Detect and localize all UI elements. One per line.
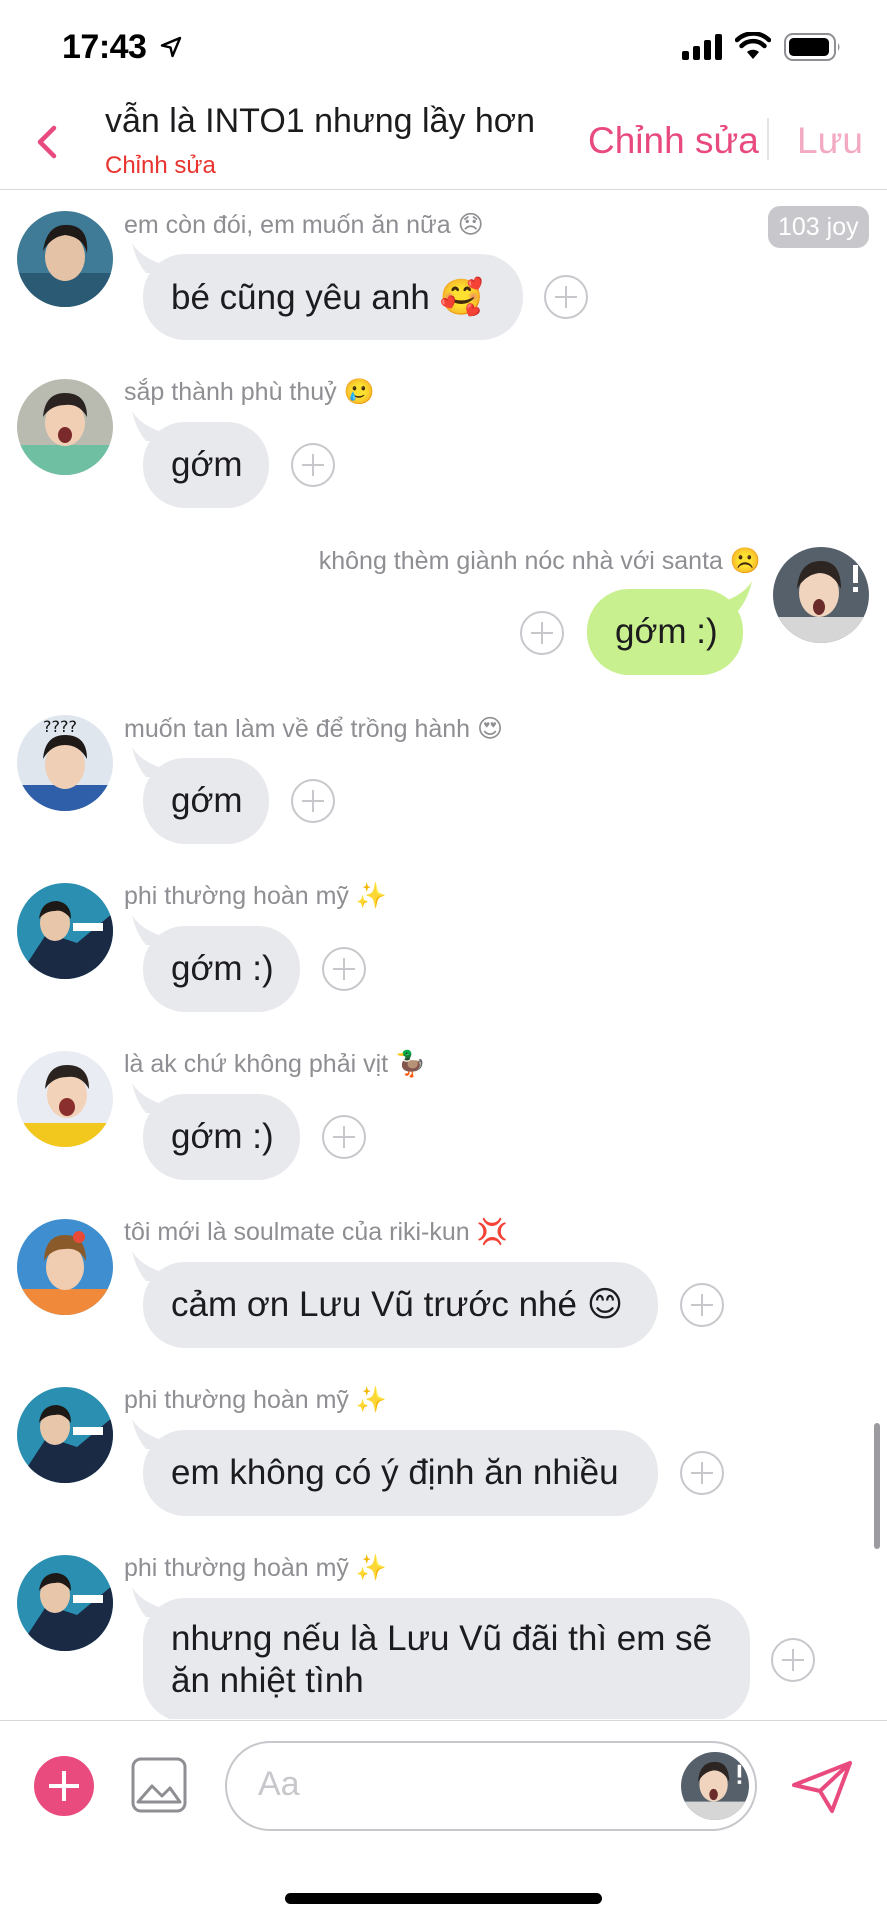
add-reaction-button[interactable] bbox=[771, 1638, 815, 1682]
wifi-icon bbox=[735, 32, 771, 59]
edit-button[interactable]: Chỉnh sửa bbox=[588, 120, 759, 162]
cellular-signal-icon bbox=[682, 34, 722, 60]
message-text: gớm :) bbox=[171, 1117, 274, 1156]
message-text: gớm bbox=[171, 781, 243, 820]
add-reaction-button[interactable] bbox=[680, 1283, 724, 1327]
home-indicator[interactable] bbox=[285, 1893, 602, 1904]
status-time: 17:43 bbox=[62, 28, 147, 66]
message-input[interactable]: Aa bbox=[225, 1741, 757, 1831]
add-reaction-button[interactable] bbox=[322, 1115, 366, 1159]
message-bubble[interactable]: gớm bbox=[143, 758, 269, 844]
message-text: nhưng nếu là Lưu Vũ đãi thì em sẽ ăn nhi… bbox=[171, 1619, 713, 1700]
message-bubble[interactable]: nhưng nếu là Lưu Vũ đãi thì em sẽ ăn nhi… bbox=[143, 1598, 750, 1719]
add-reaction-button[interactable] bbox=[291, 443, 335, 487]
avatar[interactable] bbox=[773, 547, 869, 643]
header-divider bbox=[767, 118, 769, 160]
sender-name: phi thường hoàn mỹ ✨ bbox=[124, 1554, 388, 1582]
message-text: em không có ý định ăn nhiều bbox=[171, 1453, 619, 1492]
avatar[interactable] bbox=[17, 1051, 113, 1147]
message-text: gớm :) bbox=[171, 949, 274, 988]
chat-header: vẫn là INTO1 nhưng lầy hơn Chỉnh sửa Chỉ… bbox=[0, 96, 887, 190]
avatar[interactable] bbox=[17, 1219, 113, 1315]
save-button[interactable]: Lưu bbox=[797, 120, 863, 162]
add-reaction-button[interactable] bbox=[544, 275, 588, 319]
message-bubble[interactable]: gớm bbox=[143, 422, 269, 508]
add-reaction-button[interactable] bbox=[291, 779, 335, 823]
svg-text:????: ???? bbox=[43, 717, 77, 736]
avatar[interactable] bbox=[17, 1555, 113, 1651]
avatar[interactable] bbox=[17, 883, 113, 979]
message-text: gớm :) bbox=[615, 612, 718, 651]
add-reaction-button[interactable] bbox=[322, 947, 366, 991]
message-text: gớm bbox=[171, 445, 243, 484]
message-list[interactable]: 103 joy em còn đói, em muốn ăn nữa 😞 bé … bbox=[0, 191, 887, 1719]
sender-name: là ak chứ không phải vịt 🦆 bbox=[124, 1050, 427, 1078]
avatar[interactable] bbox=[17, 379, 113, 475]
image-icon[interactable] bbox=[130, 1756, 188, 1814]
sender-name: muốn tan làm về để trồng hành 😍 bbox=[124, 715, 504, 743]
message-bubble[interactable]: bé cũng yêu anh 🥰 bbox=[143, 254, 523, 340]
sender-name: phi thường hoàn mỹ ✨ bbox=[124, 1386, 388, 1414]
chat-title: vẫn là INTO1 nhưng lầy hơn bbox=[105, 102, 535, 140]
add-reaction-button[interactable] bbox=[680, 1451, 724, 1495]
sender-avatar-selector[interactable] bbox=[681, 1752, 749, 1820]
back-chevron-icon[interactable] bbox=[30, 118, 66, 166]
add-icon[interactable] bbox=[34, 1756, 94, 1816]
message-bubble[interactable]: em không có ý định ăn nhiều bbox=[143, 1430, 658, 1516]
message-text: cảm ơn Lưu Vũ trước nhé 😊 bbox=[171, 1285, 624, 1324]
input-placeholder: Aa bbox=[258, 1765, 300, 1803]
sender-name: tôi mới là soulmate của riki-kun 💢 bbox=[124, 1218, 508, 1246]
status-bar: 17:43 bbox=[0, 0, 887, 96]
location-arrow-icon bbox=[160, 36, 182, 58]
avatar[interactable]: ???? bbox=[17, 715, 113, 811]
message-bubble[interactable]: gớm :) bbox=[587, 589, 743, 675]
sender-name: không thèm giành nóc nhà với santa ☹️ bbox=[318, 547, 761, 575]
scroll-indicator[interactable] bbox=[874, 1423, 880, 1549]
sender-name: sắp thành phù thuỷ 🥲 bbox=[124, 378, 375, 406]
avatar[interactable] bbox=[17, 211, 113, 307]
battery-icon bbox=[784, 33, 840, 61]
chat-subtitle-edit[interactable]: Chỉnh sửa bbox=[105, 152, 216, 180]
send-icon[interactable] bbox=[790, 1759, 854, 1815]
add-reaction-button[interactable] bbox=[520, 611, 564, 655]
message-composer: Aa bbox=[0, 1720, 887, 1920]
sender-name: phi thường hoàn mỹ ✨ bbox=[124, 882, 388, 910]
message-bubble[interactable]: cảm ơn Lưu Vũ trước nhé 😊 bbox=[143, 1262, 658, 1348]
message-bubble[interactable]: gớm :) bbox=[143, 1094, 300, 1180]
reaction-count-badge[interactable]: 103 joy bbox=[768, 206, 869, 248]
message-text: bé cũng yêu anh 🥰 bbox=[171, 277, 484, 317]
message-bubble[interactable]: gớm :) bbox=[143, 926, 300, 1012]
sender-name: em còn đói, em muốn ăn nữa 😞 bbox=[124, 211, 484, 239]
avatar[interactable] bbox=[17, 1387, 113, 1483]
